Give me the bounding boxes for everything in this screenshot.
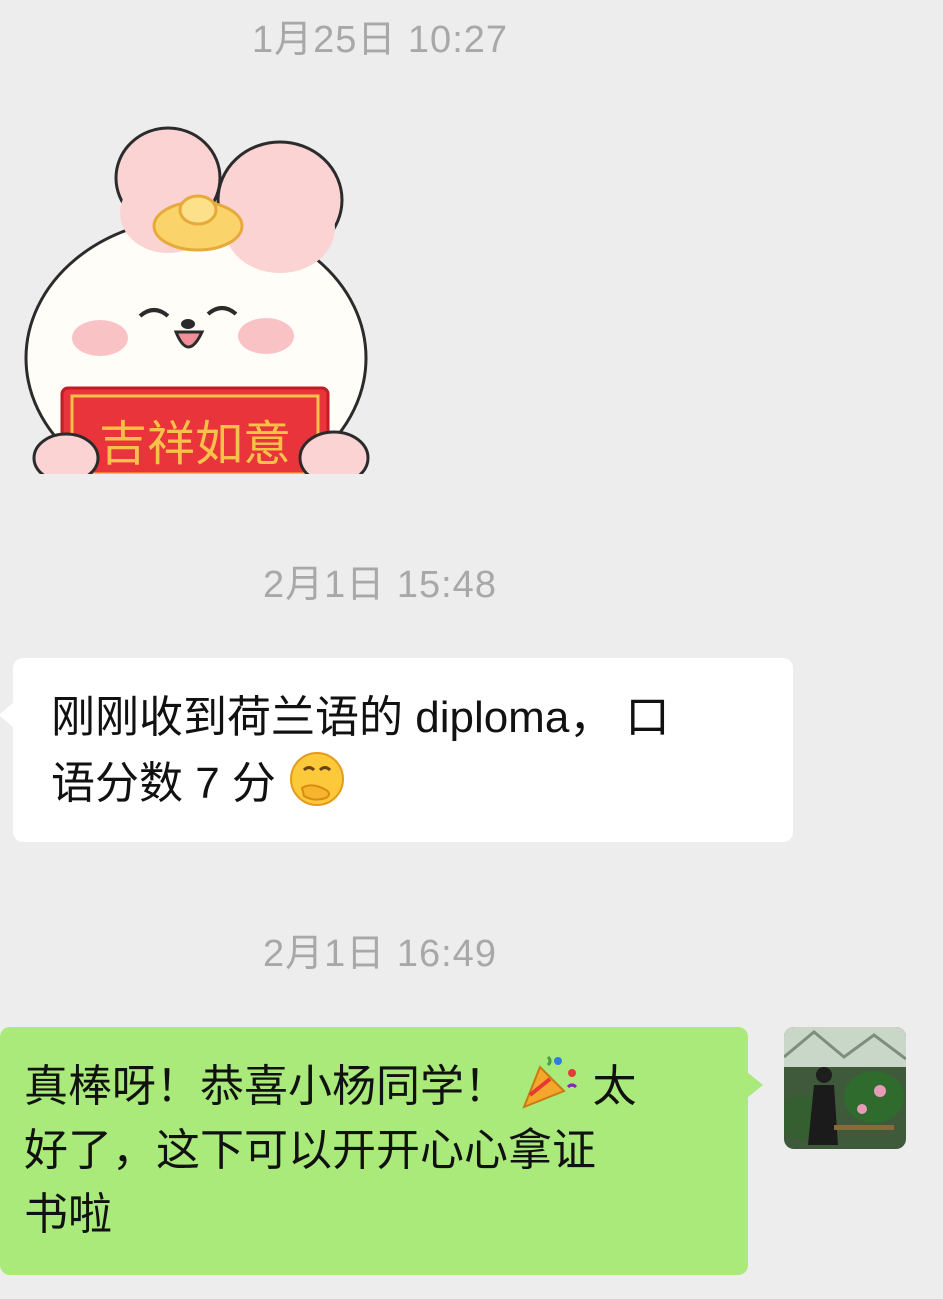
avatar[interactable] (784, 1027, 906, 1149)
timestamp: 2月1日 16:49 (263, 933, 497, 975)
timestamp: 1月25日 10:27 (251, 19, 509, 61)
message-text-line: 刚刚收到荷兰语的 diploma， 口 (51, 693, 670, 742)
party-popper-emoji-icon (522, 1055, 578, 1109)
outgoing-message-bubble[interactable]: 真棒呀！恭喜小杨同学！ 太 好了，这下可以开开心心拿证 书啦 (0, 1027, 763, 1275)
message-text-line: 好了，这下可以开开心心拿证 (24, 1126, 596, 1175)
message-text-line: 语分数 7 分 (51, 759, 276, 808)
avatar-photo-icon (784, 1027, 906, 1149)
bunny-sticker-icon[interactable]: 吉祥如意 (18, 118, 373, 474)
incoming-message-bubble[interactable]: 刚刚收到荷兰语的 diploma， 口 语分数 7 分 (0, 658, 793, 842)
hand-over-mouth-emoji-icon (290, 752, 345, 806)
sticker-banner-text: 吉祥如意 (99, 418, 291, 471)
message-text-line: 真棒呀！恭喜小杨同学！ (24, 1062, 508, 1111)
message-text-line: 书啦 (24, 1190, 112, 1239)
message-text-line: 太 (592, 1062, 637, 1111)
timestamp: 2月1日 15:48 (263, 564, 497, 606)
